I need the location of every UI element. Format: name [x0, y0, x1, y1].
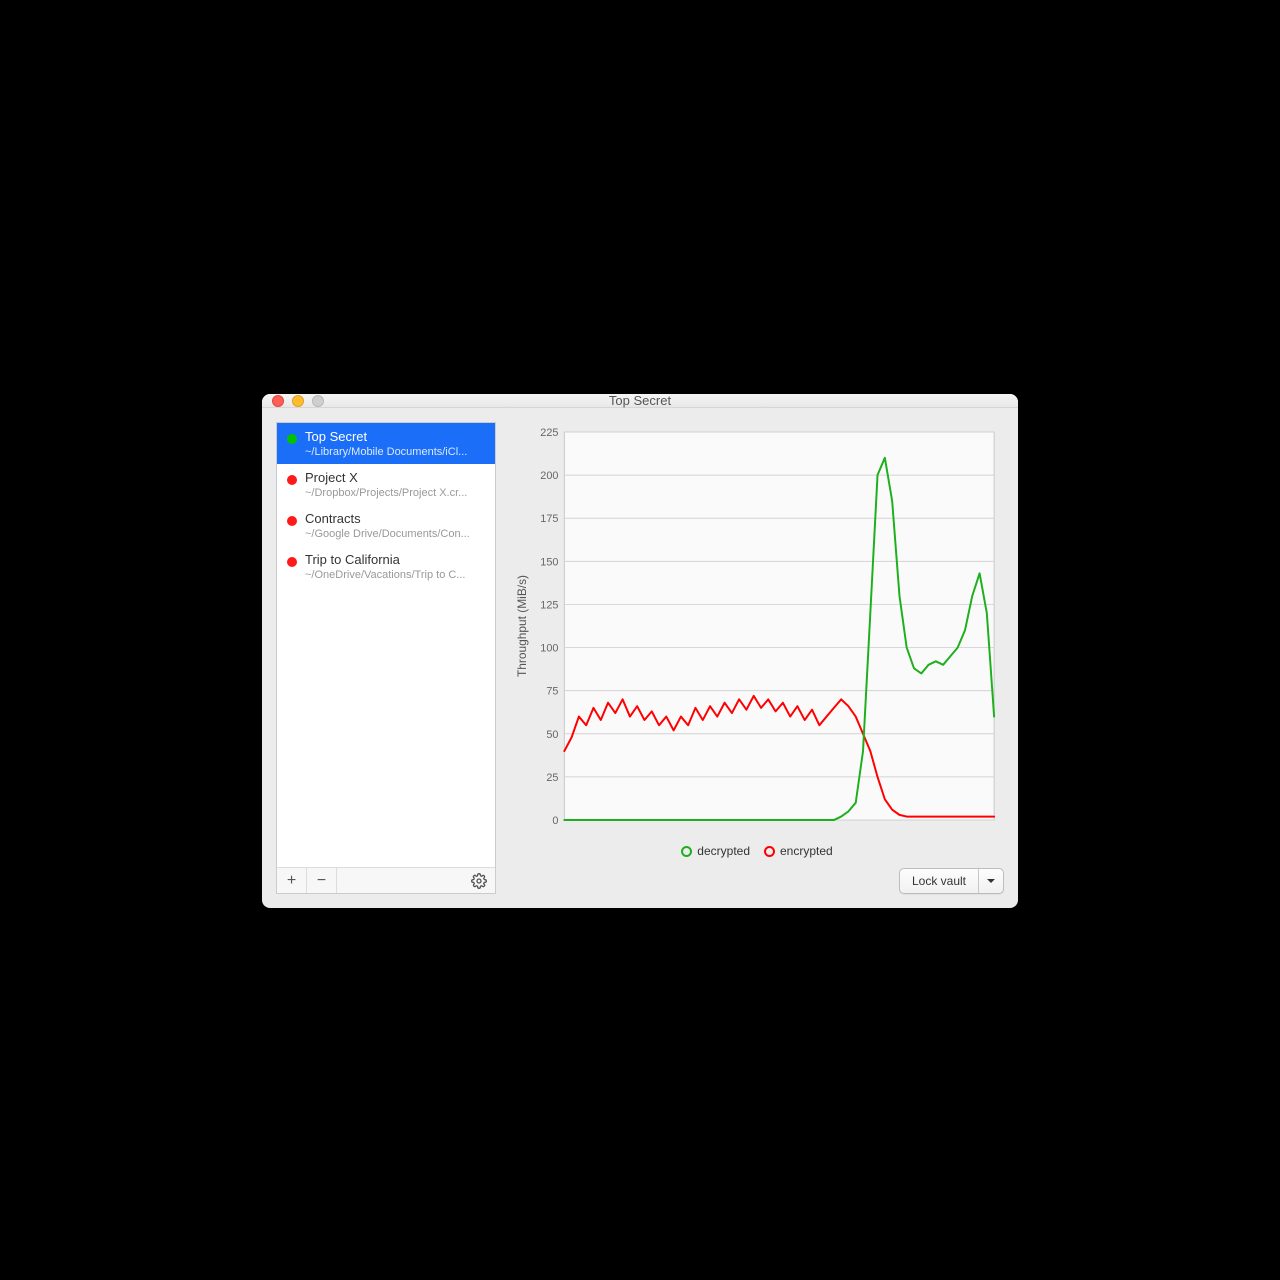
legend-encrypted-label: encrypted: [780, 844, 833, 858]
app-window: Top Secret Top Secret ~/Library/Mobile Do…: [262, 394, 1018, 908]
status-unlocked-icon: [287, 434, 297, 444]
titlebar: Top Secret: [262, 394, 1018, 408]
legend-decrypted-label: decrypted: [697, 844, 750, 858]
svg-text:100: 100: [540, 643, 558, 655]
vault-path: ~/Dropbox/Projects/Project X.cr...: [305, 487, 487, 499]
vault-title: Top Secret: [305, 429, 487, 444]
vault-sidebar: Top Secret ~/Library/Mobile Documents/iCl…: [276, 422, 496, 894]
svg-text:75: 75: [546, 686, 558, 698]
circle-icon: [764, 846, 775, 857]
svg-text:Throughput (MiB/s): Throughput (MiB/s): [515, 575, 529, 677]
window-title: Top Secret: [262, 394, 1018, 408]
status-locked-icon: [287, 557, 297, 567]
svg-text:150: 150: [540, 556, 558, 568]
chevron-down-icon: [986, 876, 996, 886]
lock-vault-menu-button[interactable]: [979, 869, 1003, 893]
remove-vault-button[interactable]: −: [307, 868, 337, 893]
vault-row[interactable]: Trip to California ~/OneDrive/Vacations/T…: [277, 546, 495, 587]
vault-title: Contracts: [305, 511, 487, 526]
legend-encrypted: encrypted: [764, 844, 833, 858]
chart-legend: decrypted encrypted: [510, 840, 1004, 868]
settings-button[interactable]: [463, 868, 495, 893]
svg-text:0: 0: [552, 815, 558, 827]
circle-icon: [681, 846, 692, 857]
gear-icon: [471, 873, 487, 889]
vault-list: Top Secret ~/Library/Mobile Documents/iCl…: [277, 423, 495, 867]
svg-text:175: 175: [540, 513, 558, 525]
lock-vault-split-button: Lock vault: [899, 868, 1004, 894]
window-body: Top Secret ~/Library/Mobile Documents/iCl…: [262, 408, 1018, 908]
action-bar: Lock vault: [510, 868, 1004, 894]
vault-row[interactable]: Project X ~/Dropbox/Projects/Project X.cr…: [277, 464, 495, 505]
vault-path: ~/Library/Mobile Documents/iCl...: [305, 446, 487, 458]
vault-title: Project X: [305, 470, 487, 485]
main-panel: 0 25 50 75 100 125 150 175 200 225 Throughput (MiB…: [510, 422, 1004, 894]
vault-path: ~/Google Drive/Documents/Con...: [305, 528, 487, 540]
status-locked-icon: [287, 516, 297, 526]
vault-path: ~/OneDrive/Vacations/Trip to C...: [305, 569, 487, 581]
vault-row[interactable]: Contracts ~/Google Drive/Documents/Con...: [277, 505, 495, 546]
svg-text:125: 125: [540, 599, 558, 611]
vault-title: Trip to California: [305, 552, 487, 567]
svg-text:200: 200: [540, 470, 558, 482]
svg-text:25: 25: [546, 772, 558, 784]
status-locked-icon: [287, 475, 297, 485]
legend-decrypted: decrypted: [681, 844, 750, 858]
add-vault-button[interactable]: +: [277, 868, 307, 893]
vault-row[interactable]: Top Secret ~/Library/Mobile Documents/iCl…: [277, 423, 495, 464]
svg-text:50: 50: [546, 729, 558, 741]
sidebar-toolbar: + −: [277, 867, 495, 893]
lock-vault-button[interactable]: Lock vault: [900, 869, 979, 893]
throughput-chart: 0 25 50 75 100 125 150 175 200 225 Throughput (MiB…: [510, 422, 1004, 840]
svg-text:225: 225: [540, 427, 558, 439]
